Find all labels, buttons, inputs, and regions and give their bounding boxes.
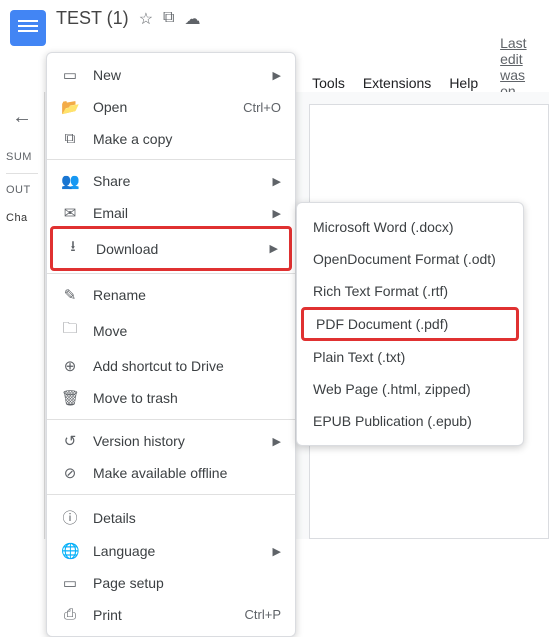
submenu-arrow-icon: ▶	[273, 545, 281, 558]
sidebar-summary-label: SUM	[0, 143, 44, 171]
menu-item-add-shortcut[interactable]: ⊕Add shortcut to Drive	[47, 350, 295, 382]
print-icon: ⎙	[61, 606, 79, 623]
doc-title[interactable]: TEST (1)	[56, 8, 129, 29]
download-epub[interactable]: EPUB Publication (.epub)	[297, 405, 523, 437]
email-icon: ✉	[61, 204, 79, 222]
menu-item-download[interactable]: ⭳Download▶	[50, 226, 292, 271]
submenu-arrow-icon: ▶	[273, 175, 281, 188]
download-rtf[interactable]: Rich Text Format (.rtf)	[297, 275, 523, 307]
share-icon: 👥	[61, 172, 79, 190]
sidebar-outline-label: OUT	[0, 176, 44, 204]
offline-icon: ⊘	[61, 464, 79, 482]
menu-item-new[interactable]: ▭New▶	[47, 59, 295, 91]
menu-item-offline[interactable]: ⊘Make available offline	[47, 457, 295, 489]
menu-help[interactable]: Help	[447, 73, 480, 93]
download-txt[interactable]: Plain Text (.txt)	[297, 341, 523, 373]
outline-sidebar: ← SUM OUT Cha	[0, 92, 45, 539]
page-setup-icon: ▭	[61, 574, 79, 592]
menu-item-email[interactable]: ✉Email▶	[47, 197, 295, 229]
download-submenu: Microsoft Word (.docx) OpenDocument Form…	[296, 202, 524, 446]
submenu-arrow-icon: ▶	[273, 207, 281, 220]
star-icon[interactable]: ☆	[139, 9, 153, 29]
cloud-icon[interactable]: ☁	[184, 9, 200, 29]
shortcut-icon: ⊕	[61, 357, 79, 375]
rename-icon: ✎	[61, 286, 79, 304]
menu-item-version-history[interactable]: ↺Version history▶	[47, 425, 295, 457]
menu-item-page-setup[interactable]: ▭Page setup	[47, 567, 295, 599]
info-icon: ⓘ	[61, 507, 79, 528]
submenu-arrow-icon: ▶	[270, 242, 278, 255]
sidebar-chapter-label[interactable]: Cha	[0, 204, 44, 232]
new-icon: ▭	[61, 66, 79, 84]
menu-item-make-copy[interactable]: ⧉Make a copy	[47, 123, 295, 154]
move-icon[interactable]: ⧉	[163, 9, 174, 29]
download-odt[interactable]: OpenDocument Format (.odt)	[297, 243, 523, 275]
open-icon: 📂	[61, 98, 79, 116]
history-icon: ↺	[61, 432, 79, 450]
file-dropdown-menu: ▭New▶ 📂OpenCtrl+O ⧉Make a copy 👥Share▶ ✉…	[46, 52, 296, 637]
menu-item-share[interactable]: 👥Share▶	[47, 165, 295, 197]
menu-item-move-trash[interactable]: 🗑Move to trash	[47, 382, 295, 414]
menu-item-details[interactable]: ⓘDetails	[47, 500, 295, 535]
menu-item-move[interactable]: 🗀Move	[47, 311, 295, 350]
submenu-arrow-icon: ▶	[273, 435, 281, 448]
copy-icon: ⧉	[61, 130, 79, 147]
download-pdf[interactable]: PDF Document (.pdf)	[301, 307, 519, 341]
globe-icon: 🌐	[61, 542, 79, 560]
trash-icon: 🗑	[61, 389, 79, 407]
back-arrow-icon[interactable]: ←	[0, 92, 44, 143]
menu-extensions[interactable]: Extensions	[361, 73, 433, 93]
menu-item-open[interactable]: 📂OpenCtrl+O	[47, 91, 295, 123]
menu-item-rename[interactable]: ✎Rename	[47, 279, 295, 311]
menu-item-print[interactable]: ⎙PrintCtrl+P	[47, 599, 295, 630]
docs-logo-icon[interactable]	[10, 10, 46, 46]
move-folder-icon: 🗀	[61, 318, 79, 343]
menu-item-language[interactable]: 🌐Language▶	[47, 535, 295, 567]
download-docx[interactable]: Microsoft Word (.docx)	[297, 211, 523, 243]
menu-tools[interactable]: Tools	[310, 73, 347, 93]
download-html[interactable]: Web Page (.html, zipped)	[297, 373, 523, 405]
download-icon: ⭳	[64, 236, 82, 261]
submenu-arrow-icon: ▶	[273, 69, 281, 82]
